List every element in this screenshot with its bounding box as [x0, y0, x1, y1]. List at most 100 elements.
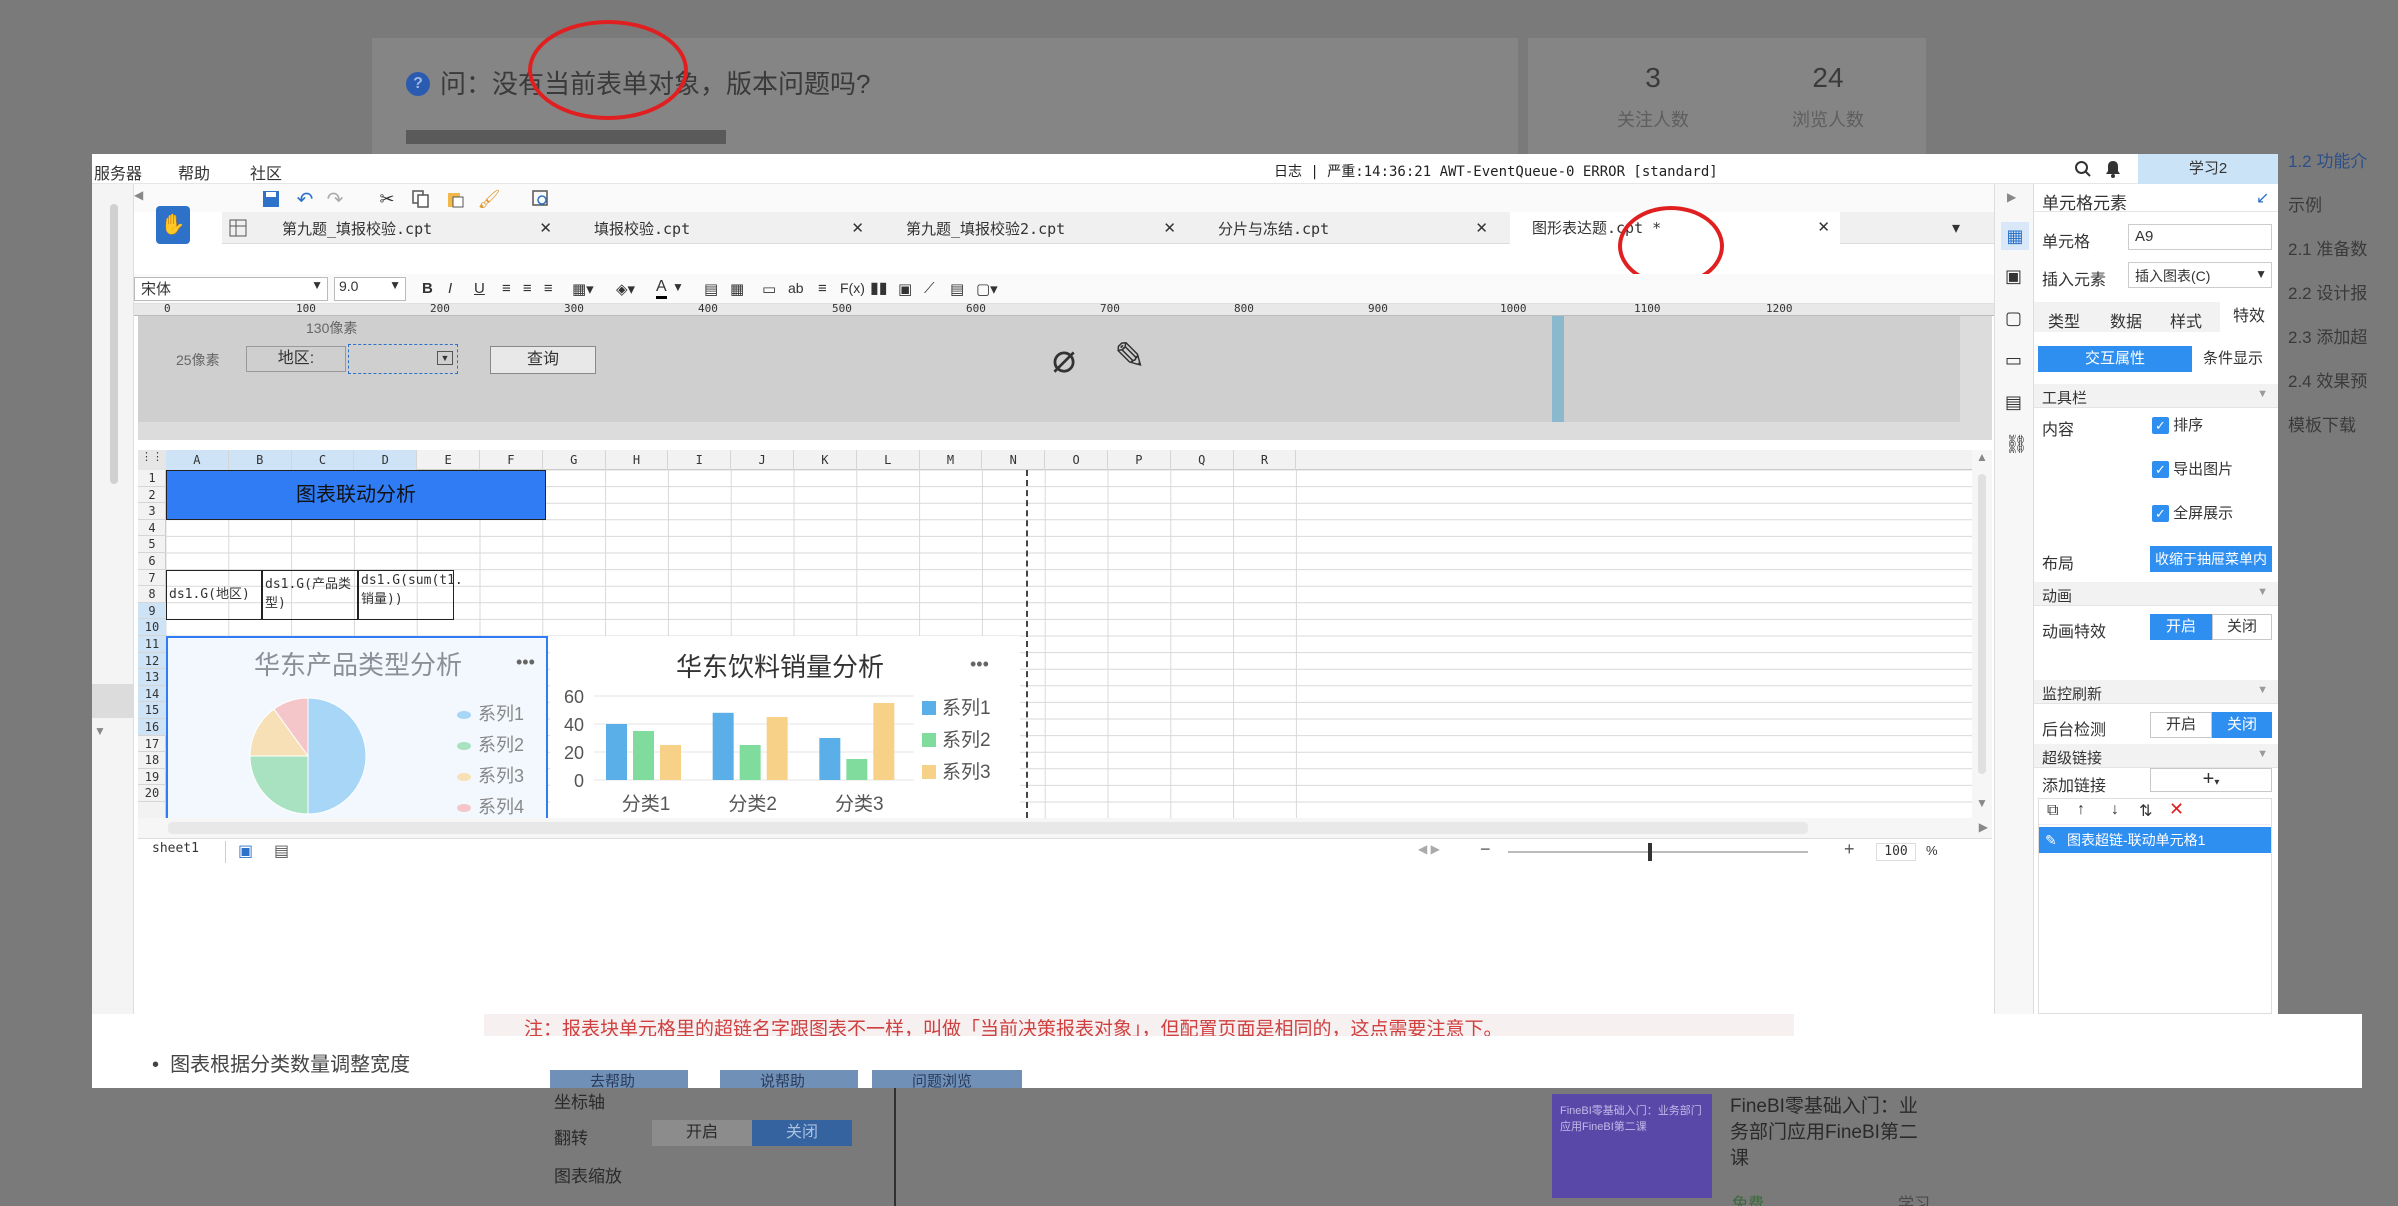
table-icon[interactable]: ▦	[730, 280, 744, 298]
scroll-up-icon[interactable]: ▲	[1976, 450, 1988, 464]
copy-icon[interactable]: ⧉	[2047, 802, 2058, 820]
toc-item[interactable]: 模板下载	[2288, 404, 2398, 448]
row-header[interactable]: 7	[138, 570, 166, 587]
bell-icon[interactable]	[2102, 158, 2124, 180]
underline-button[interactable]: U	[474, 280, 485, 297]
column-header[interactable]: K	[794, 450, 857, 470]
column-header[interactable]: L	[857, 450, 920, 470]
menu-community[interactable]: 社区	[250, 160, 282, 184]
toc-item[interactable]: 1.2 功能介	[2288, 140, 2398, 184]
zoom-out-button[interactable]: −	[1480, 839, 1491, 860]
font-select[interactable]: 宋体 ▼	[134, 277, 328, 301]
italic-button[interactable]: I	[448, 280, 452, 297]
monitor-off-button[interactable]: 关闭	[2212, 712, 2272, 738]
column-header[interactable]: J	[731, 450, 794, 470]
close-icon[interactable]: ✕	[1475, 214, 1488, 244]
align-icons[interactable]: ≡ ≡ ≡	[502, 280, 557, 297]
page-prev-icon[interactable]: ◀ ▶	[1418, 842, 1440, 856]
bold-button[interactable]: B	[422, 280, 433, 297]
row-header[interactable]: 16	[138, 719, 166, 736]
save-icon[interactable]	[260, 188, 282, 210]
row-header[interactable]: 3	[138, 503, 166, 520]
tab-file[interactable]: 填报校验.cpt ✕	[572, 214, 874, 244]
widget-icon[interactable]: ▢	[2005, 308, 2022, 329]
row-header[interactable]: 13	[138, 669, 166, 686]
column-header[interactable]: E	[417, 450, 480, 470]
panel-resize-handle[interactable]	[1552, 316, 1564, 422]
row-header[interactable]: 4	[138, 520, 166, 537]
section-toolbar[interactable]: 工具栏 ▼	[2034, 384, 2278, 408]
pin-icon[interactable]: ↙	[2256, 188, 2269, 208]
tab-file[interactable]: 第九题_填报校验.cpt ✕	[260, 214, 562, 244]
column-header[interactable]: B	[228, 450, 292, 470]
browse-button[interactable]: 问题浏览	[872, 1070, 1022, 1088]
cell-c5[interactable]: ds1.G(sum(t1.销量))	[358, 570, 463, 620]
check-export-image[interactable]: ✓ 导出图片	[2152, 458, 2233, 479]
query-button[interactable]: 查询	[490, 346, 596, 374]
fill-color-icon[interactable]: ◈▾	[616, 280, 635, 298]
add-sheet-icon[interactable]: ▣	[238, 841, 253, 861]
title-cell[interactable]: 图表联动分析	[166, 470, 546, 520]
cell-attr-icon[interactable]: ▦	[2001, 222, 2029, 250]
arrow-up-icon[interactable]: ↑	[2077, 801, 2085, 819]
tab-menu-icon[interactable]: ▾	[1952, 218, 1960, 238]
row-header[interactable]: 20	[138, 785, 166, 802]
tab-file[interactable]: 第九题_填报校验2.cpt ✕	[884, 214, 1186, 244]
text-icon[interactable]: ab	[788, 280, 804, 296]
column-header[interactable]: A	[166, 450, 229, 470]
scroll-down-icon[interactable]: ▼	[1976, 796, 1988, 810]
toc-item[interactable]: 2.2 设计报	[2288, 272, 2398, 316]
font-color-icon[interactable]: A	[656, 278, 667, 299]
close-icon[interactable]: ✕	[1817, 212, 1830, 244]
eye-off-icon[interactable]: ⌀	[1052, 336, 1076, 382]
hscroll-thumb[interactable]	[168, 822, 1808, 834]
flip-on-button[interactable]: 开启	[652, 1120, 752, 1146]
row-header[interactable]: 11	[138, 636, 166, 653]
zoom-value[interactable]: 100	[1876, 843, 1916, 861]
section-hyperlink[interactable]: 超级链接 ▼	[2034, 744, 2278, 768]
scroll-right-icon[interactable]: ▶	[1979, 820, 1988, 834]
tab-effects[interactable]: 特效	[2220, 302, 2278, 332]
menu-help[interactable]: 帮助	[178, 160, 210, 184]
row-header[interactable]: 10	[138, 619, 166, 636]
pie-chart[interactable]: 华东产品类型分析 ••• 系列1 系列2 系列3 系列4	[166, 636, 548, 818]
menu-server[interactable]: 服务器	[94, 160, 142, 184]
column-header[interactable]: G	[543, 450, 606, 470]
subreport-icon[interactable]: ▤	[950, 280, 964, 298]
subtab-interaction[interactable]: 交互属性	[2038, 346, 2192, 372]
insert-row-icon[interactable]: ▭	[762, 280, 776, 298]
toc-item[interactable]: 2.1 准备数	[2288, 228, 2398, 272]
course-title[interactable]: FineBI零基础入门：业务部门应用FineBI第二课	[1730, 1094, 1930, 1172]
bar-chart[interactable]: 华东饮料销量分析 ••• 0 20 40 60 分类1 分类2 分类3 系列1 系列2 系列3	[550, 636, 1020, 818]
help-button[interactable]: 去帮助	[550, 1070, 688, 1088]
select-all-corner[interactable]: ⋮⋮	[138, 450, 166, 470]
link-icon[interactable]: ⛓	[2005, 434, 2028, 455]
close-icon[interactable]: ✕	[851, 214, 864, 244]
left-scrollbar[interactable]	[110, 204, 118, 484]
row-header[interactable]: 12	[138, 652, 166, 670]
column-header[interactable]: R	[1234, 450, 1297, 470]
image-icon[interactable]: ▣	[898, 280, 912, 298]
condition-icon[interactable]: ▭	[2005, 350, 2022, 371]
row-header[interactable]: 9	[138, 602, 166, 620]
sort-icon[interactable]: ⇅	[2139, 801, 2152, 821]
font-size-select[interactable]: 9.0 ▼	[334, 277, 406, 301]
vertical-scrollbar[interactable]: ▲ ▼	[1972, 450, 1992, 818]
tab-style[interactable]: 样式	[2170, 308, 2202, 332]
section-monitor[interactable]: 监控刷新 ▼	[2034, 680, 2278, 704]
log-status[interactable]: 日志 | 严重:14:36:21 AWT-EventQueue-0 ERROR …	[1274, 161, 1718, 181]
ask-button[interactable]: 说帮助	[720, 1070, 858, 1088]
toc-item[interactable]: 2.4 效果预	[2288, 360, 2398, 404]
check-sort[interactable]: ✓ 排序	[2152, 414, 2203, 435]
flip-off-button[interactable]: 关闭	[752, 1120, 852, 1146]
search-icon[interactable]	[2072, 158, 2094, 180]
subtab-condition[interactable]: 条件显示	[2192, 346, 2274, 372]
sheet-tab[interactable]: sheet1	[140, 841, 226, 863]
row-header[interactable]: 6	[138, 553, 166, 570]
grid-icon[interactable]	[228, 218, 248, 238]
cell-style-icon[interactable]: ▣	[2005, 266, 2022, 287]
formula-icon[interactable]: F(x)	[840, 280, 865, 296]
column-header[interactable]: H	[606, 450, 669, 470]
tab-type[interactable]: 类型	[2048, 308, 2080, 332]
report-icon[interactable]: ▤	[2005, 392, 2022, 413]
